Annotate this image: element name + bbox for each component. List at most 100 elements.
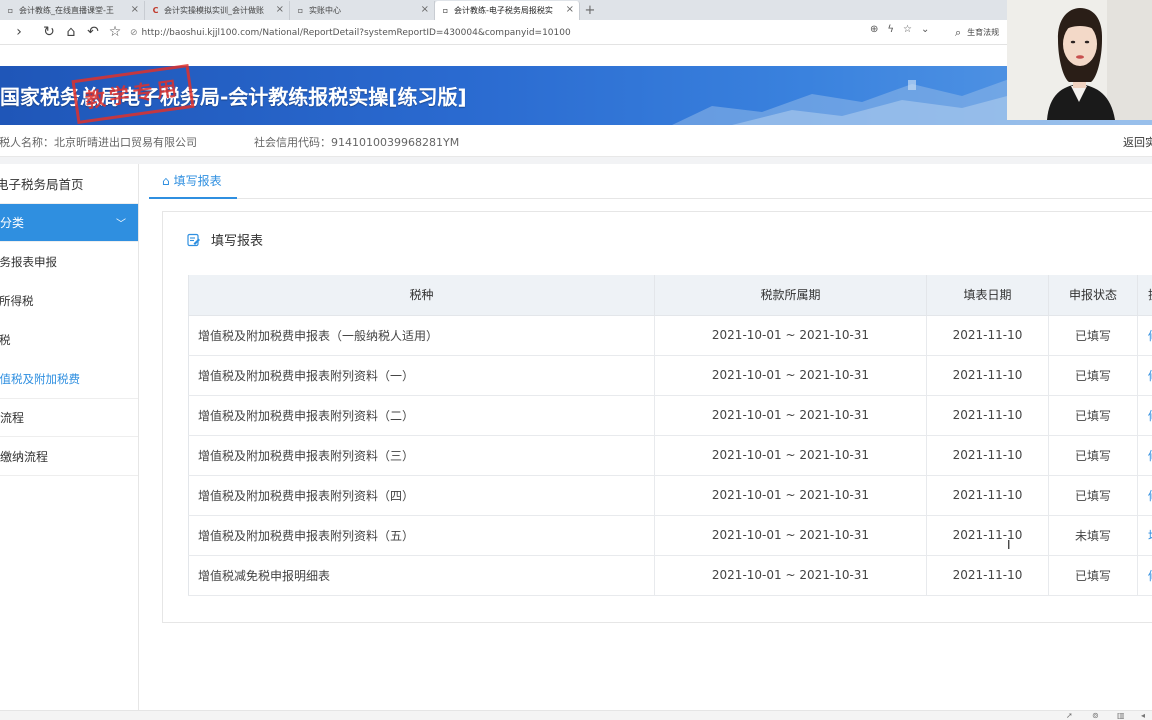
status-cell: 已填写 [1048, 555, 1138, 596]
date-cell: 2021-11-10 [926, 315, 1049, 356]
action-link[interactable]: 填写 [1137, 515, 1152, 556]
period-cell: 2021-10-01 ~ 2021-10-31 [654, 395, 927, 436]
date-cell: 2021-11-10 [926, 435, 1049, 476]
sidebar-item-label: 印花税 [0, 332, 11, 347]
browser-status-bar: ➚ ⊚ ▥ ◂ [0, 710, 1152, 720]
sidebar-item-label: 个人所得税 [0, 293, 34, 308]
sidebar-item-home[interactable]: 电子税务局首页 [0, 164, 138, 204]
presenter-video-image [1007, 0, 1152, 120]
text-cursor-icon: I [1007, 538, 1011, 552]
reload-icon[interactable]: ↻ [38, 21, 60, 43]
section-gap [0, 157, 1152, 164]
column-header-tax-type: 税种 [188, 275, 655, 316]
column-header-status: 申报状态 [1048, 275, 1138, 316]
webcam-video-overlay [1007, 0, 1152, 120]
table-row: 增值税及附加税费申报表附列资料（二） 2021-10-01 ~ 2021-10-… [188, 395, 1152, 436]
trash-icon[interactable]: ▥ [1117, 711, 1125, 720]
period-cell: 2021-10-01 ~ 2021-10-31 [654, 355, 927, 396]
url-field[interactable]: ⊘ http://baoshui.kjjl100.com/National/Re… [130, 23, 945, 42]
action-link[interactable]: 修改 [1137, 395, 1152, 436]
close-icon[interactable]: × [566, 4, 574, 15]
home-icon[interactable]: ⌂ [60, 21, 82, 43]
search-icon: ⌕ [955, 25, 962, 39]
browser-tab-4[interactable]: ▫ 会计教练-电子税务局报税实 × [435, 1, 580, 20]
bookmark-star-icon[interactable]: ☆ [903, 24, 912, 35]
main-content: ⌂ 填写报表 填写报表 税种 税款所属期 填表日期 申报状态 增值税及附加税费申… [149, 164, 1152, 710]
period-cell: 2021-10-01 ~ 2021-10-31 [654, 515, 927, 556]
sidebar-item-income-tax[interactable]: 个人所得税 [0, 281, 138, 320]
return-link[interactable]: 返回实 [1123, 134, 1152, 150]
page-icon: ▫ [7, 6, 14, 15]
sidebar-item-label: 申报流程 [0, 411, 25, 425]
status-cell: 已填写 [1048, 315, 1138, 356]
star-icon[interactable]: ☆ [104, 21, 126, 43]
date-cell: 2021-11-10 [926, 555, 1049, 596]
main-tab-bar: ⌂ 填写报表 [149, 164, 1152, 199]
sidebar-item-declare-process[interactable]: 申报流程 [0, 398, 138, 437]
tax-type-cell: 增值税及附加税费申报表附列资料（三） [188, 435, 655, 476]
period-cell: 2021-10-01 ~ 2021-10-31 [654, 555, 927, 596]
page-icon: ▫ [442, 6, 449, 15]
sidebar-item-payment-process[interactable]: 税款缴纳流程 [0, 437, 138, 476]
chevron-down-icon[interactable]: ⌄ [921, 24, 929, 35]
tax-type-cell: 增值税减免税申报明细表 [188, 555, 655, 596]
browser-tab-2[interactable]: C 会计实操模拟实训_会计做账 × [145, 1, 290, 20]
home-icon: ⌂ [162, 173, 170, 188]
action-link[interactable]: 修改 [1137, 315, 1152, 356]
sidebar-item-financial-report[interactable]: 财务报表申报 [0, 242, 138, 281]
tab-label: 填写报表 [173, 174, 222, 188]
url-text: http://baoshui.kjjl100.com/National/Repo… [141, 27, 571, 38]
security-icon: ⊘ [130, 27, 138, 38]
status-cell: 未填写 [1048, 515, 1138, 556]
sidebar-item-label: 申报分类 [0, 216, 25, 230]
sidebar-item-vat[interactable]: 增值税及附加税费 [0, 359, 138, 398]
taxpayer-info-bar: 纳税人名称：北京昕晴进出口贸易有限公司 社会信用代码：9141010039968… [0, 125, 1152, 157]
date-cell: 2021-11-10 [926, 515, 1049, 556]
lightning-icon[interactable]: ϟ [887, 24, 894, 35]
rocket-icon[interactable]: ➚ [1066, 711, 1073, 720]
close-icon[interactable]: × [421, 4, 429, 15]
sidebar-group-declare[interactable]: 申报分类 ﹀ [0, 204, 138, 242]
tab-title: 会计教练-电子税务局报税实 [454, 6, 553, 15]
chevron-down-icon: ﹀ [116, 219, 126, 230]
credit-code: 社会信用代码：9141010039968281YM [254, 136, 460, 149]
tax-type-cell: 增值税及附加税费申报表附列资料（五） [188, 515, 655, 556]
column-header-period: 税款所属期 [654, 275, 927, 316]
new-tab-button[interactable]: + [580, 1, 600, 20]
sidebar-item-label: 税款缴纳流程 [0, 449, 49, 464]
column-header-action: 操作 [1137, 275, 1152, 316]
column-header-date: 填表日期 [926, 275, 1049, 316]
status-cell: 已填写 [1048, 435, 1138, 476]
browser-tab-3[interactable]: ▫ 实账中心 × [290, 1, 435, 20]
close-icon[interactable]: × [131, 4, 139, 15]
download-icon[interactable]: ⊚ [1092, 711, 1099, 720]
sound-icon[interactable]: ◂ [1141, 711, 1145, 720]
forward-icon[interactable]: › [8, 21, 30, 43]
panel-header: 填写报表 [187, 230, 263, 249]
period-cell: 2021-10-01 ~ 2021-10-31 [654, 315, 927, 356]
table-header-row: 税种 税款所属期 填表日期 申报状态 操作 [188, 275, 1152, 316]
status-cell: 已填写 [1048, 395, 1138, 436]
address-bar: › ↻ ⌂ ↶ ☆ ⊘ http://baoshui.kjjl100.com/N… [0, 20, 1152, 45]
taxpayer-name: 纳税人名称：北京昕晴进出口贸易有限公司 [0, 136, 197, 149]
date-cell: 2021-11-10 [926, 475, 1049, 516]
undo-icon[interactable]: ↶ [82, 21, 104, 43]
browser-tab-1[interactable]: ▫ 会计教练_在线直播课堂-王 × [0, 1, 145, 20]
browser-tab-strip: ▫ 会计教练_在线直播课堂-王 × C 会计实操模拟实训_会计做账 × ▫ 实账… [0, 0, 1152, 20]
tab-title: 实账中心 [309, 6, 341, 15]
search-box[interactable]: ⌕ 生育法规 [955, 23, 1015, 42]
sidebar-item-label: 财务报表申报 [0, 254, 57, 269]
action-link[interactable]: 修改 [1137, 355, 1152, 396]
page-icon: ▫ [297, 6, 304, 15]
close-icon[interactable]: × [276, 4, 284, 15]
table-row: 增值税及附加税费申报表（一般纳税人适用） 2021-10-01 ~ 2021-1… [188, 315, 1152, 356]
sidebar: 电子税务局首页 申报分类 ﹀ 财务报表申报 个人所得税 印花税 增值税及附加税费… [0, 164, 139, 710]
tab-fill-report[interactable]: ⌂ 填写报表 [149, 164, 237, 199]
action-link[interactable]: 修改 [1137, 475, 1152, 516]
zoom-icon[interactable]: ⊕ [870, 24, 878, 35]
action-link[interactable]: 修改 [1137, 555, 1152, 596]
status-cell: 已填写 [1048, 475, 1138, 516]
period-cell: 2021-10-01 ~ 2021-10-31 [654, 435, 927, 476]
action-link[interactable]: 修改 [1137, 435, 1152, 476]
sidebar-item-stamp-tax[interactable]: 印花税 [0, 320, 138, 359]
